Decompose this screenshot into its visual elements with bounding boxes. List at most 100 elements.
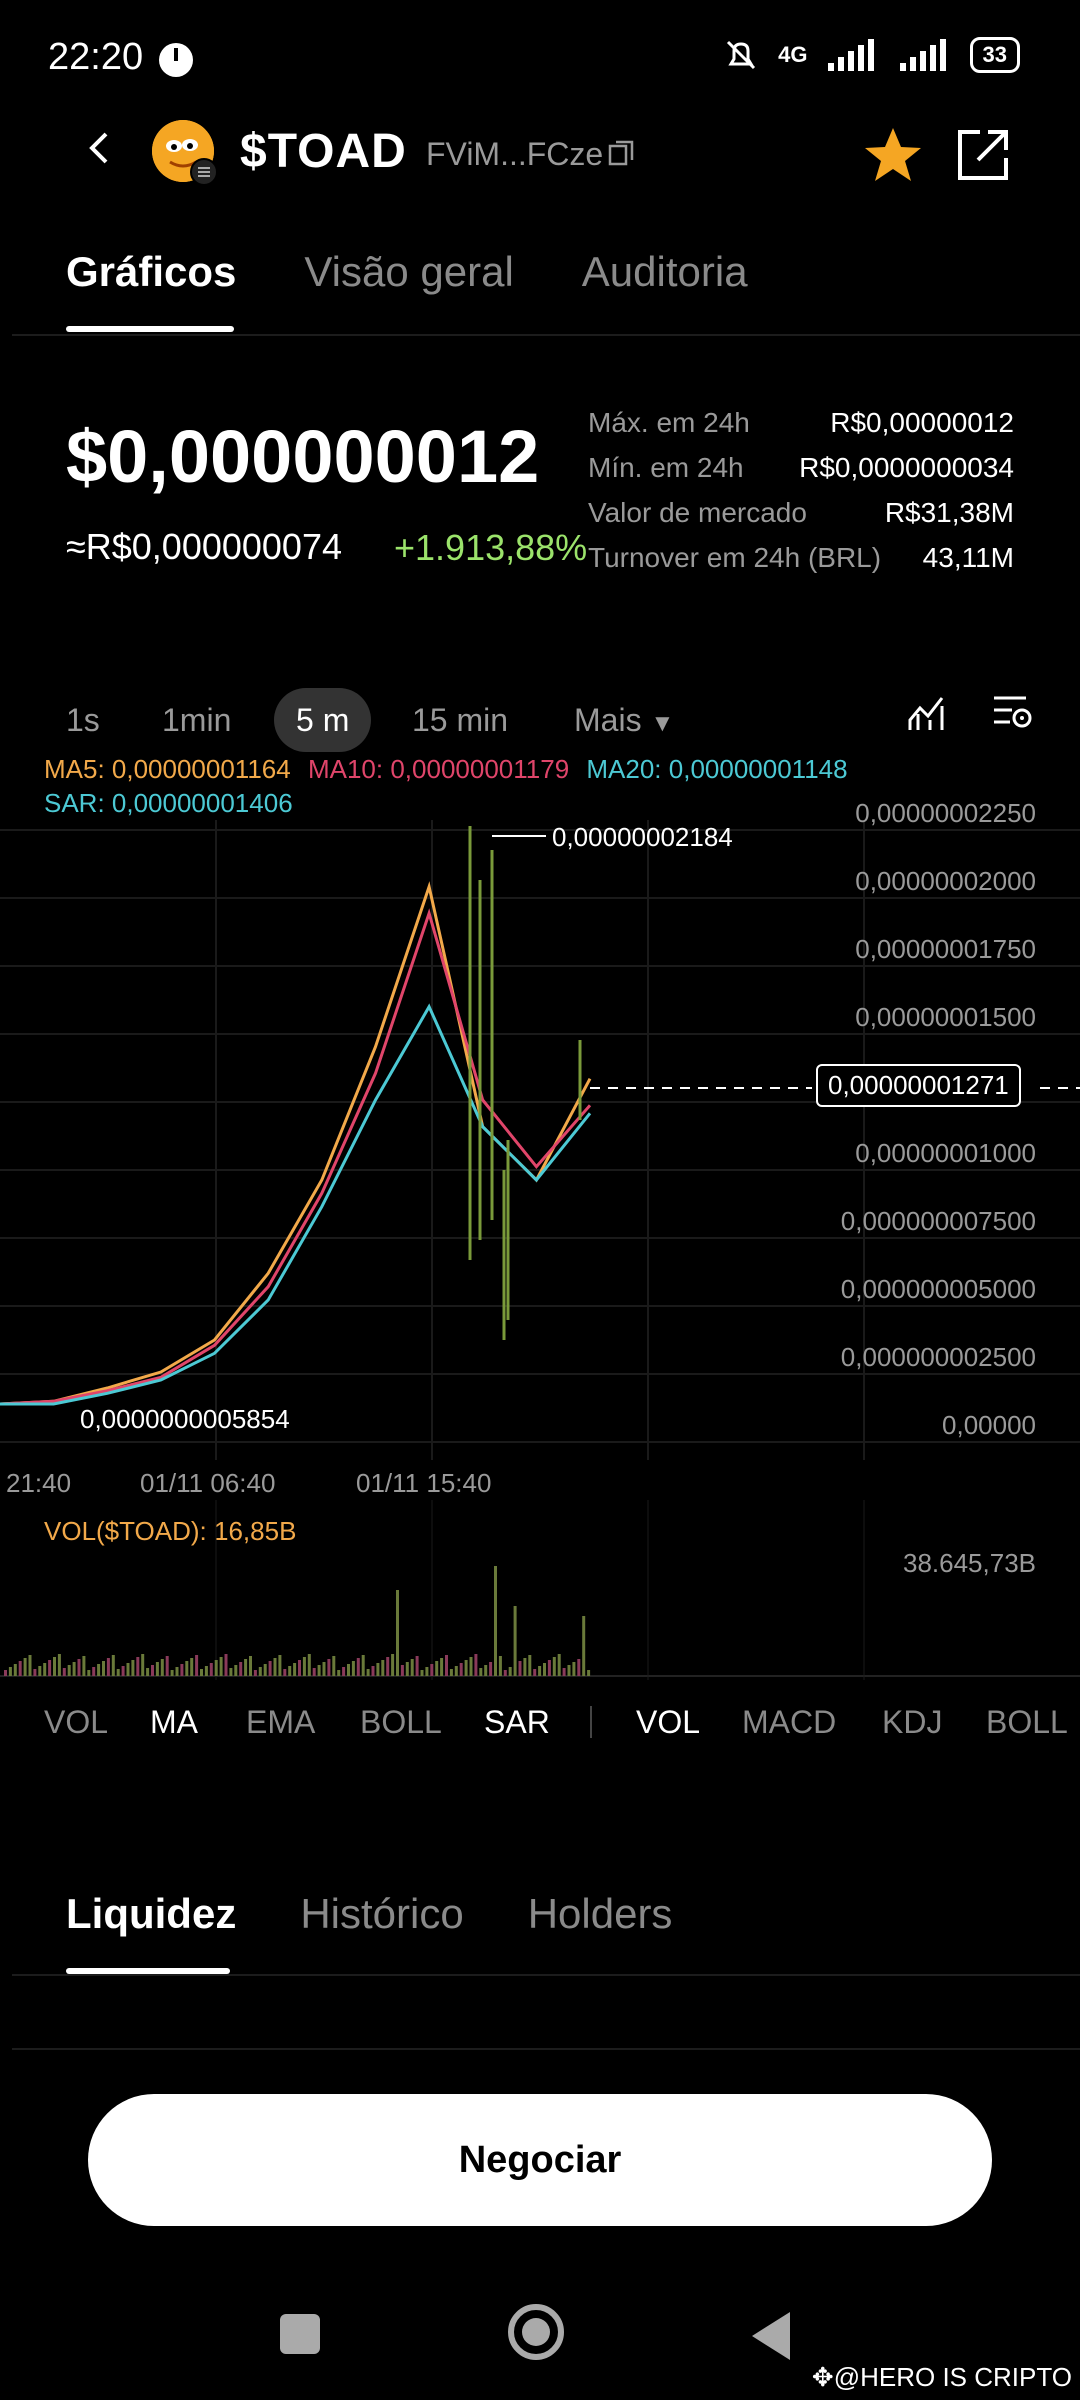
volume-bar (67, 1665, 71, 1676)
indicator-tab-vol[interactable]: VOL (44, 1704, 108, 1741)
timeframe-more-label: Mais (574, 702, 642, 738)
stat-value: R$31,38M (884, 496, 1014, 528)
tab-liquidez[interactable]: Liquidez (66, 1890, 236, 1938)
volume-bar (48, 1660, 52, 1676)
tab-auditoria[interactable]: Auditoria (582, 248, 748, 296)
indicator-settings-icon[interactable] (990, 690, 1034, 734)
timeframe-1s[interactable]: 1s (66, 688, 100, 752)
indicator-tab-sub-vol[interactable]: VOL (636, 1704, 700, 1741)
tab-visao-geral[interactable]: Visão geral (304, 248, 513, 296)
timeframe-more[interactable]: Mais ▼ (574, 688, 674, 752)
volume-bar (62, 1668, 66, 1676)
volume-bar (268, 1661, 272, 1676)
high-price-label: 0,00000002184 (552, 822, 733, 852)
volume-bar (342, 1667, 346, 1676)
volume-bar (106, 1658, 110, 1676)
signal-icon-2 (899, 39, 946, 71)
signal-icon (827, 39, 874, 71)
volume-bar (410, 1659, 414, 1676)
token-title: $TOAD (240, 125, 407, 178)
volume-bar (307, 1654, 311, 1676)
volume-bar (484, 1665, 488, 1676)
volume-bar (459, 1663, 463, 1676)
volume-bar (386, 1657, 390, 1676)
watermark: ✥@HERO IS CRIPTO (812, 2362, 1072, 2393)
mute-bell-icon (727, 40, 756, 70)
volume-bar (77, 1659, 81, 1676)
y-tick: 0,00000 (942, 1410, 1036, 1440)
indicator-tab-macd[interactable]: MACD (742, 1704, 836, 1741)
volume-bar (582, 1616, 586, 1676)
trade-button[interactable]: Negociar (88, 2094, 992, 2226)
recents-nav-button[interactable] (280, 2314, 320, 2354)
volume-bar (557, 1654, 561, 1676)
favorite-star-icon[interactable] (862, 124, 924, 186)
y-tick: 0,00000002000 (855, 866, 1036, 896)
indicator-tab-ma[interactable]: MA (150, 1704, 198, 1741)
stat-row-mcap: Valor de mercado R$31,38M (588, 490, 1014, 535)
volume-bar (332, 1656, 336, 1676)
volume-bar (498, 1656, 502, 1676)
home-nav-button[interactable] (508, 2304, 564, 2360)
volume-bar (508, 1667, 512, 1676)
volume-bar (33, 1669, 37, 1676)
main-tabs: Gráficos Visão geral Auditoria (66, 248, 748, 296)
volume-bar (445, 1655, 448, 1676)
volume-bar (337, 1670, 341, 1676)
volume-bar (4, 1670, 7, 1676)
volume-bar (136, 1657, 140, 1676)
volume-bar (200, 1669, 203, 1676)
indicator-tab-ema[interactable]: EMA (246, 1704, 315, 1741)
tab-historico[interactable]: Histórico (300, 1890, 463, 1938)
volume-bar (440, 1658, 444, 1676)
divider (12, 2048, 1080, 2050)
tab-underline (66, 326, 234, 332)
stat-label: Máx. em 24h (588, 406, 750, 438)
volume-bar (278, 1655, 282, 1676)
stats-panel: Máx. em 24h R$0,00000012 Mín. em 24h R$0,0… (588, 400, 1014, 580)
volume-bar (170, 1670, 174, 1676)
ma10-value: MA10: 0,00000001179 (307, 754, 570, 784)
copy-icon[interactable] (608, 140, 634, 166)
indicator-tab-sar[interactable]: SAR (484, 1704, 550, 1741)
chart-type-icon[interactable] (906, 690, 950, 734)
volume-bar (312, 1668, 316, 1676)
y-tick: 0,00000001750 (855, 934, 1036, 964)
y-tick: 0,000000007500 (840, 1206, 1036, 1236)
stat-label: Mín. em 24h (588, 451, 744, 483)
tab-holders[interactable]: Holders (528, 1890, 673, 1938)
back-nav-button[interactable] (752, 2312, 790, 2360)
volume-bar (258, 1667, 262, 1676)
network-label: 4G (778, 42, 808, 67)
volume-bar (185, 1661, 189, 1676)
indicator-tab-sub-boll[interactable]: BOLL (986, 1704, 1068, 1741)
y-tick: 0,00000001000 (855, 1138, 1036, 1168)
back-arrow-icon[interactable] (80, 128, 120, 168)
timeframe-5m[interactable]: 5 m (274, 688, 372, 752)
indicator-tab-kdj[interactable]: KDJ (882, 1704, 942, 1741)
volume-bar (102, 1661, 105, 1676)
timeframe-15min[interactable]: 15 min (412, 688, 508, 752)
volume-bar (474, 1654, 478, 1676)
token-address[interactable]: FViM...FCze (426, 136, 603, 173)
volume-bar (219, 1657, 223, 1676)
volume-bar (489, 1662, 493, 1676)
volume-bar (366, 1669, 370, 1676)
volume-bar (175, 1667, 179, 1676)
tab-graficos[interactable]: Gráficos (66, 248, 236, 296)
volume-bar (479, 1668, 483, 1676)
volume-bar (195, 1655, 199, 1676)
y-tick: 0,00000001500 (855, 1002, 1036, 1032)
stat-row-min: Mín. em 24h R$0,0000000034 (588, 445, 1014, 490)
timeframe-1min[interactable]: 1min (162, 688, 231, 752)
indicator-tab-boll[interactable]: BOLL (360, 1704, 442, 1741)
volume-bar (224, 1654, 228, 1676)
volume-bar (302, 1657, 306, 1676)
price-change: +1.913,88% (394, 527, 588, 568)
volume-bar (234, 1665, 238, 1676)
volume-bar (165, 1656, 169, 1676)
volume-bar (518, 1661, 522, 1676)
volume-chart (0, 1500, 1080, 1680)
share-external-icon[interactable] (956, 128, 1010, 182)
ma20-value: MA20: 0,00000001148 (586, 754, 848, 784)
